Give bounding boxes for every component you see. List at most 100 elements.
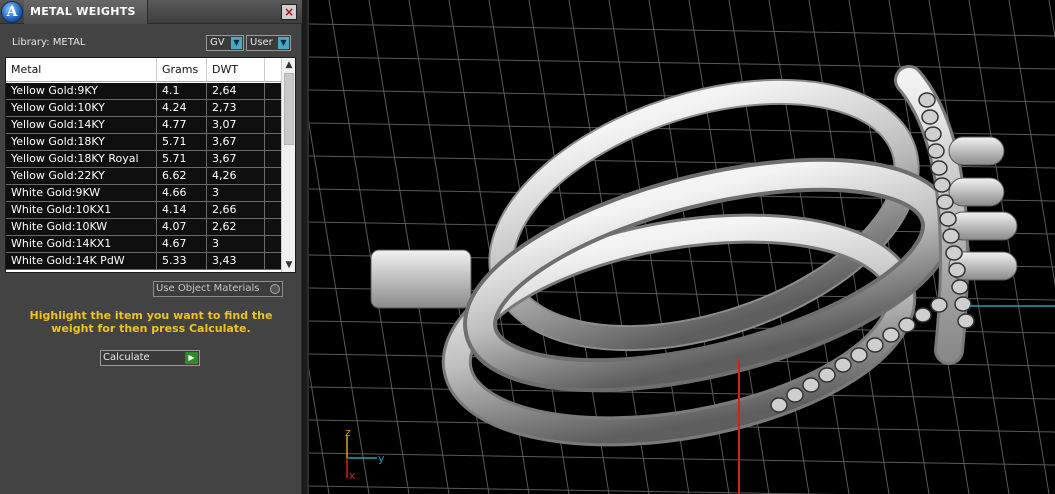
cell-metal: White Gold:14K PdW bbox=[6, 253, 157, 269]
cell-grams: 4.14 bbox=[157, 202, 207, 218]
3d-viewport[interactable]: z y x bbox=[307, 0, 1055, 494]
table-row[interactable]: Yellow Gold:22KY 6.62 4,26 bbox=[6, 168, 281, 185]
instruction-text: Highlight the item you want to find the … bbox=[29, 309, 273, 335]
gv-dropdown[interactable]: GV ▼ bbox=[206, 35, 244, 51]
column-header-metal[interactable]: Metal bbox=[6, 58, 157, 82]
cell-dwt: 2,62 bbox=[207, 219, 265, 235]
cell-dwt: 2,66 bbox=[207, 202, 265, 218]
bead bbox=[914, 307, 932, 323]
table-row[interactable]: White Gold:14KX1 4.67 3 bbox=[6, 236, 281, 253]
column-header-dwt[interactable]: DWT bbox=[207, 58, 265, 82]
bead bbox=[850, 347, 868, 363]
radio-icon bbox=[270, 284, 280, 294]
grid-line bbox=[408, 0, 490, 494]
cell-metal: White Gold:9KW bbox=[6, 185, 157, 201]
cell-dwt: 4,26 bbox=[207, 168, 265, 184]
metal-weights-panel: A METAL WEIGHTS × Library: METAL GV ▼ Us… bbox=[0, 0, 302, 494]
ring-model[interactable] bbox=[370, 45, 1018, 462]
table-scrollbar[interactable]: ▲ ▼ bbox=[281, 58, 295, 272]
scroll-down-icon[interactable]: ▼ bbox=[282, 258, 295, 272]
grid-line bbox=[1008, 0, 1055, 288]
bead bbox=[930, 160, 948, 176]
cell-metal: Yellow Gold:14KY bbox=[6, 117, 157, 133]
bead bbox=[942, 228, 960, 244]
bead bbox=[945, 245, 963, 261]
bead bbox=[933, 177, 951, 193]
cell-grams: 5.71 bbox=[157, 134, 207, 150]
table-row[interactable]: Yellow Gold:18KY Royal 5.71 3,67 bbox=[6, 151, 281, 168]
cell-grams: 4.67 bbox=[157, 236, 207, 252]
grid-line bbox=[328, 0, 410, 494]
use-object-materials-toggle[interactable]: Use Object Materials bbox=[153, 281, 283, 297]
table-row[interactable]: White Gold:9KW 4.66 3 bbox=[6, 185, 281, 202]
bead bbox=[927, 143, 945, 159]
cell-grams: 4.1 bbox=[157, 83, 207, 99]
close-button[interactable]: × bbox=[281, 4, 297, 20]
gizmo-y-label: y bbox=[378, 452, 385, 465]
grid-line bbox=[1048, 0, 1055, 41]
cell-spacer bbox=[265, 151, 281, 167]
library-label: Library: METAL bbox=[12, 37, 86, 48]
viewport-canvas[interactable]: z y x bbox=[309, 0, 1055, 494]
cell-spacer bbox=[265, 202, 281, 218]
table-row[interactable]: Yellow Gold:14KY 4.77 3,07 bbox=[6, 117, 281, 134]
table-row[interactable]: Yellow Gold:9KY 4.1 2,64 bbox=[6, 83, 281, 100]
cell-spacer bbox=[265, 83, 281, 99]
bead bbox=[882, 327, 900, 343]
cell-dwt: 3 bbox=[207, 185, 265, 201]
cell-grams: 4.07 bbox=[157, 219, 207, 235]
bead bbox=[770, 397, 788, 413]
cell-dwt: 3,67 bbox=[207, 134, 265, 150]
grid-line bbox=[309, 485, 839, 494]
cell-dwt: 3,67 bbox=[207, 151, 265, 167]
user-dropdown-value: User bbox=[250, 37, 273, 48]
cell-grams: 4.66 bbox=[157, 185, 207, 201]
table-row[interactable]: White Gold:10KW 4.07 2,62 bbox=[6, 219, 281, 236]
table-row[interactable]: Yellow Gold:18KY 5.71 3,67 bbox=[6, 134, 281, 151]
column-header-grams[interactable]: Grams bbox=[157, 58, 207, 82]
cell-grams: 5.33 bbox=[157, 253, 207, 269]
cell-dwt: 3,07 bbox=[207, 117, 265, 133]
grid-line bbox=[968, 0, 1050, 494]
cell-metal: Yellow Gold:18KY bbox=[6, 134, 157, 150]
bead bbox=[898, 317, 916, 333]
cell-metal: White Gold:10KX1 bbox=[6, 202, 157, 218]
cell-spacer bbox=[265, 185, 281, 201]
panel-titlebar[interactable]: A METAL WEIGHTS × bbox=[0, 0, 302, 24]
gv-dropdown-value: GV bbox=[210, 37, 225, 48]
metal-table: Metal Grams DWT Yellow Gold:9KY 4.1 2,64 Ye… bbox=[5, 57, 296, 273]
dropdown-arrow-icon: ▼ bbox=[278, 37, 289, 49]
grid-line bbox=[309, 23, 1055, 37]
dropdown-arrow-icon: ▼ bbox=[231, 37, 242, 49]
cell-grams: 5.71 bbox=[157, 151, 207, 167]
play-icon: ▶ bbox=[185, 352, 198, 364]
cell-grams: 4.24 bbox=[157, 100, 207, 116]
cell-spacer bbox=[265, 253, 281, 269]
calculate-label: Calculate bbox=[103, 352, 150, 363]
cell-grams: 6.62 bbox=[157, 168, 207, 184]
ring-shank bbox=[370, 249, 472, 309]
cell-metal: Yellow Gold:10KY bbox=[6, 100, 157, 116]
cell-spacer bbox=[265, 219, 281, 235]
bead bbox=[957, 313, 975, 329]
bead bbox=[866, 337, 884, 353]
table-row[interactable]: White Gold:14K PdW 5.33 3,43 bbox=[6, 253, 281, 270]
scroll-thumb[interactable] bbox=[284, 73, 294, 145]
pin bbox=[948, 177, 1005, 207]
table-row[interactable]: Yellow Gold:10KY 4.24 2,73 bbox=[6, 100, 281, 117]
bead bbox=[818, 367, 836, 383]
cell-dwt: 2,64 bbox=[207, 83, 265, 99]
bead bbox=[834, 357, 852, 373]
cell-spacer bbox=[265, 168, 281, 184]
table-row[interactable]: White Gold:10KX1 4.14 2,66 bbox=[6, 202, 281, 219]
bead bbox=[786, 387, 804, 403]
cell-metal: Yellow Gold:9KY bbox=[6, 83, 157, 99]
bead bbox=[930, 297, 948, 313]
user-dropdown[interactable]: User ▼ bbox=[246, 35, 291, 51]
cell-metal: Yellow Gold:18KY Royal bbox=[6, 151, 157, 167]
grid-line bbox=[309, 56, 1055, 70]
gizmo-x-label: x bbox=[349, 469, 356, 482]
scroll-up-icon[interactable]: ▲ bbox=[282, 58, 295, 72]
calculate-button[interactable]: Calculate ▶ bbox=[100, 350, 200, 366]
bead bbox=[948, 262, 966, 278]
